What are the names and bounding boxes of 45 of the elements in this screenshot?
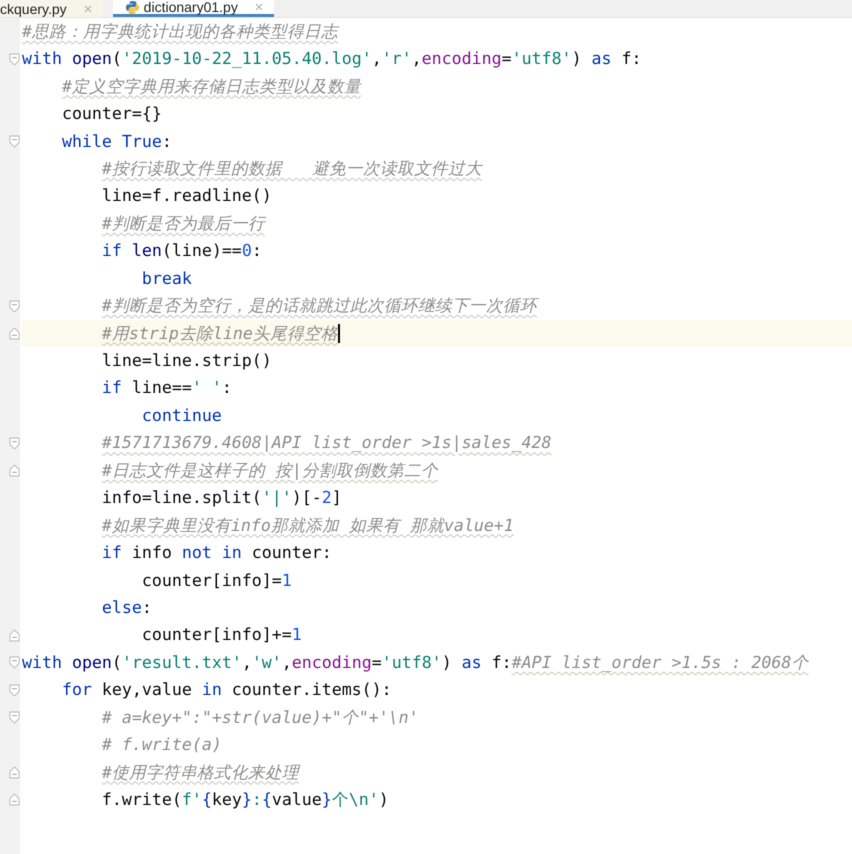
- code-line: if line==' ':: [102, 378, 232, 398]
- file-tab[interactable]: dictionary01.py: [112, 0, 274, 17]
- close-icon[interactable]: [82, 4, 93, 14]
- code-line: #判断是否为空行，是的话就跳过此次循环继续下一次循环: [102, 296, 537, 316]
- code-line: #使用字符串格式化来处理: [102, 762, 299, 782]
- code-line: #如果字典里没有info那就添加 如果有 那就value+1: [102, 516, 514, 536]
- code-line: else:: [102, 598, 152, 618]
- close-icon[interactable]: [254, 2, 264, 12]
- fold-icon[interactable]: [9, 464, 20, 478]
- code-line: #思路：用字典统计出现的各种类型得日志: [22, 22, 338, 42]
- fold-icon[interactable]: [9, 300, 20, 313]
- code-line: #1571713679.4608|API list_order >1s|sales_428: [102, 433, 552, 454]
- code-line: #用strip去除line头尾得空格: [102, 324, 340, 344]
- file-tab[interactable]: ckquery.py: [0, 0, 103, 17]
- fold-icon[interactable]: [9, 684, 20, 697]
- code-line: counter[info]+=1: [142, 625, 302, 646]
- code-line: #定义空字典用来存储日志类型以及数量: [62, 76, 361, 97]
- fold-icon[interactable]: [9, 134, 20, 148]
- code-line: break: [142, 268, 192, 289]
- code-line: # a=key+":"+str(value)+"个"+'\n': [102, 708, 419, 728]
- code-line: line=f.readline(): [102, 186, 272, 206]
- fold-icon[interactable]: [9, 656, 20, 670]
- code-line: #判断是否为最后一行: [102, 214, 265, 234]
- code-line: line=line.strip(): [102, 351, 272, 371]
- code-line: #按行读取文件里的数据 避免一次读取文件过大: [102, 158, 482, 179]
- fold-icon[interactable]: [9, 52, 20, 66]
- code-line: continue: [142, 406, 222, 426]
- code-line: f.write(f'{key}:{value}个\n'): [102, 790, 389, 810]
- code-line: with open('2019-10-22_11.05.40.log','r',encoding='utf8') as f:: [22, 49, 642, 70]
- code-line: counter={}: [62, 104, 162, 124]
- code-line: counter[info]=1: [142, 570, 292, 590]
- fold-icon[interactable]: [9, 793, 20, 806]
- code-line: #日志文件是这样子的 按|分割取倒数第二个: [102, 460, 438, 481]
- code-line: with open('result.txt','w',encoding='utf8') as f:#API list_order >1.5s : 2068个: [22, 652, 808, 673]
- fold-icon[interactable]: [9, 628, 20, 642]
- code-line: while True:: [62, 132, 172, 152]
- fold-icon[interactable]: [9, 436, 20, 450]
- fold-icon[interactable]: [9, 327, 20, 340]
- code-line: # f.write(a): [102, 735, 222, 756]
- fold-icon[interactable]: [9, 711, 20, 724]
- code-line: if info not in counter:: [102, 543, 332, 563]
- code-line: info=line.split('|')[-2]: [102, 488, 342, 508]
- code-line: for key,value in counter.items():: [62, 680, 392, 700]
- fold-icon[interactable]: [9, 766, 20, 780]
- code-line: if len(line)==0:: [102, 241, 262, 262]
